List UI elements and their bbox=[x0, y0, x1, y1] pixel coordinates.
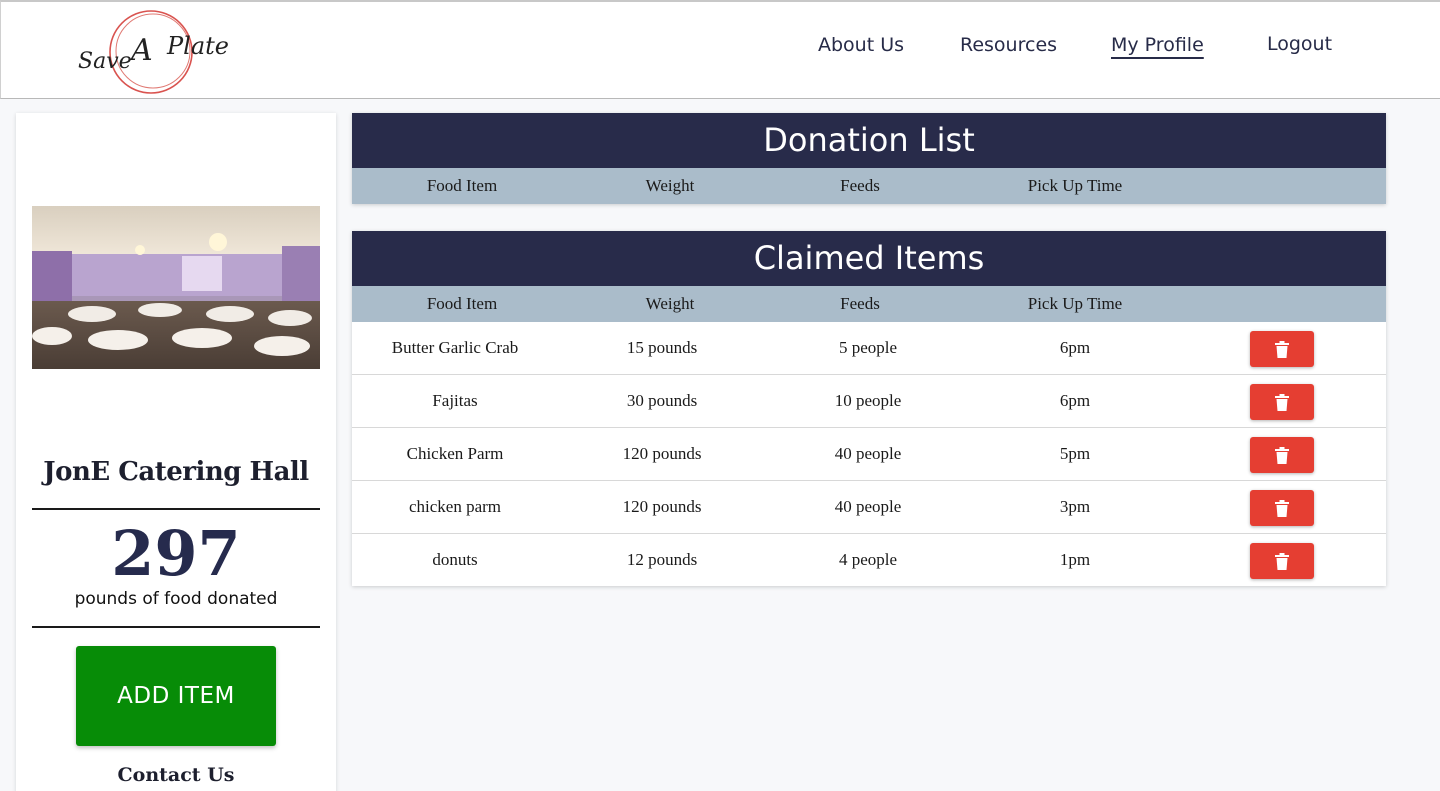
nav-resources[interactable]: Resources bbox=[960, 34, 1057, 56]
donation-list-panel: Donation List Food Item Weight Feeds Pic… bbox=[352, 113, 1386, 204]
cell-pickup-time: 3pm bbox=[1059, 497, 1091, 516]
table-row: chicken parm 120 pounds 40 people 3pm bbox=[352, 481, 1386, 534]
column-header-food-item: Food Item bbox=[426, 294, 498, 313]
venue-photo bbox=[32, 206, 320, 369]
column-header-weight: Weight bbox=[645, 294, 695, 313]
cell-weight: 15 pounds bbox=[626, 338, 698, 357]
divider bbox=[32, 626, 320, 628]
cell-pickup-time: 6pm bbox=[1059, 338, 1091, 357]
pounds-donated-count: 297 bbox=[111, 517, 241, 590]
cell-feeds: 40 people bbox=[834, 497, 902, 516]
svg-text:A: A bbox=[128, 33, 153, 68]
add-item-button[interactable]: ADD ITEM bbox=[76, 646, 276, 746]
cell-weight: 120 pounds bbox=[622, 497, 702, 516]
cell-weight: 30 pounds bbox=[626, 391, 698, 410]
trash-icon bbox=[1275, 552, 1289, 570]
column-header-feeds: Feeds bbox=[840, 176, 880, 195]
delete-button[interactable] bbox=[1250, 384, 1314, 420]
cell-feeds: 5 people bbox=[838, 338, 898, 357]
contact-us-link[interactable]: Contact Us bbox=[16, 764, 336, 786]
cell-pickup-time: 6pm bbox=[1059, 391, 1091, 410]
delete-button[interactable] bbox=[1250, 331, 1314, 367]
donation-list-title: Donation List bbox=[352, 113, 1386, 168]
cell-pickup-time: 1pm bbox=[1059, 550, 1091, 569]
column-header-pickup-time: Pick Up Time bbox=[1027, 294, 1123, 313]
donation-list-column-headers: Food Item Weight Feeds Pick Up Time bbox=[352, 168, 1386, 204]
table-row: Fajitas 30 pounds 10 people 6pm bbox=[352, 375, 1386, 428]
cell-weight: 120 pounds bbox=[622, 444, 702, 463]
claimed-items-column-headers: Food Item Weight Feeds Pick Up Time bbox=[352, 286, 1386, 322]
column-header-weight: Weight bbox=[645, 176, 695, 195]
claimed-items-rows: Butter Garlic Crab 15 pounds 5 people 6p… bbox=[352, 322, 1386, 587]
delete-button[interactable] bbox=[1250, 543, 1314, 579]
column-header-feeds: Feeds bbox=[840, 294, 880, 313]
cell-food-item: Fajitas bbox=[432, 391, 478, 410]
trash-icon bbox=[1275, 446, 1289, 464]
divider bbox=[32, 508, 320, 510]
claimed-items-panel: Claimed Items Food Item Weight Feeds Pic… bbox=[352, 231, 1386, 586]
claimed-items-title: Claimed Items bbox=[352, 231, 1386, 286]
table-row: Butter Garlic Crab 15 pounds 5 people 6p… bbox=[352, 322, 1386, 375]
cell-food-item: chicken parm bbox=[408, 497, 502, 516]
cell-feeds: 10 people bbox=[834, 391, 902, 410]
organization-name: JonE Catering Hall bbox=[43, 457, 309, 487]
column-header-food-item: Food Item bbox=[426, 176, 498, 195]
cell-food-item: donuts bbox=[432, 550, 478, 569]
top-navbar: Save A Plate About Us Resources My Profi… bbox=[0, 0, 1440, 99]
cell-feeds: 40 people bbox=[834, 444, 902, 463]
nav-about-us[interactable]: About Us bbox=[818, 34, 904, 56]
pounds-donated-caption: pounds of food donated bbox=[74, 589, 278, 609]
svg-text:Plate: Plate bbox=[166, 32, 229, 60]
cell-food-item: Chicken Parm bbox=[406, 444, 504, 463]
cell-feeds: 4 people bbox=[838, 550, 898, 569]
cell-food-item: Butter Garlic Crab bbox=[391, 338, 519, 357]
profile-sidebar: JonE Catering Hall 297 pounds of food do… bbox=[16, 113, 336, 791]
nav-my-profile[interactable]: My Profile bbox=[1111, 34, 1204, 56]
cell-weight: 12 pounds bbox=[626, 550, 698, 569]
trash-icon bbox=[1275, 499, 1289, 517]
delete-button[interactable] bbox=[1250, 437, 1314, 473]
cell-pickup-time: 5pm bbox=[1059, 444, 1091, 463]
svg-text:Save: Save bbox=[78, 49, 132, 74]
nav-logout[interactable]: Logout bbox=[1267, 33, 1332, 55]
save-a-plate-logo[interactable]: Save A Plate bbox=[75, 6, 235, 98]
table-row: Chicken Parm 120 pounds 40 people 5pm bbox=[352, 428, 1386, 481]
trash-icon bbox=[1275, 393, 1289, 411]
trash-icon bbox=[1275, 340, 1289, 358]
delete-button[interactable] bbox=[1250, 490, 1314, 526]
column-header-pickup-time: Pick Up Time bbox=[1027, 176, 1123, 195]
table-row: donuts 12 pounds 4 people 1pm bbox=[352, 534, 1386, 587]
